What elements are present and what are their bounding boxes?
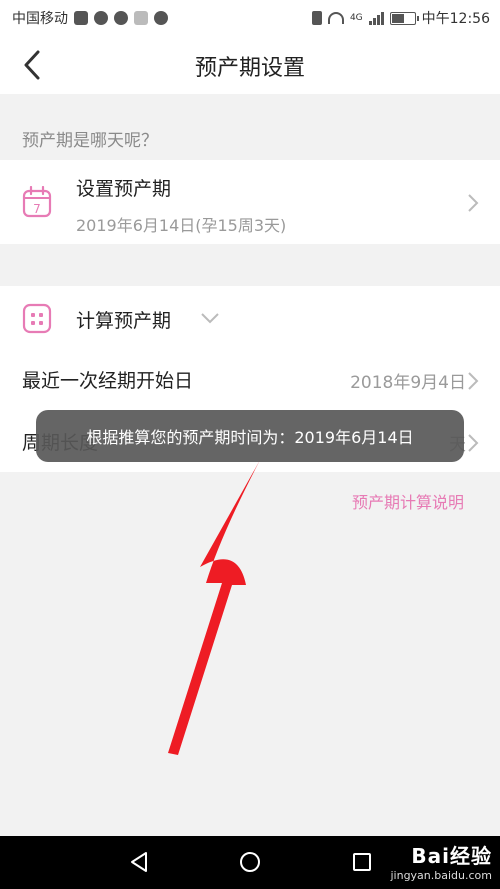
nav-back-icon[interactable] — [127, 850, 151, 874]
watermark-logo: Bai经验 — [411, 844, 492, 868]
page-title: 预产期设置 — [194, 56, 305, 81]
chevron-down-icon[interactable] — [200, 311, 220, 325]
status-bar: 中国移动 4G 中午12:56 — [0, 0, 500, 36]
nav-bar: 预产期设置 — [0, 36, 500, 94]
vibrate-icon — [311, 11, 322, 25]
nav-home-icon[interactable] — [238, 850, 262, 874]
set-due-date-subtitle: 2019年6月14日(孕15周3天) — [76, 216, 287, 235]
due-date-explanation-link[interactable]: 预产期计算说明 — [352, 489, 464, 513]
notification-icon — [134, 11, 148, 25]
status-right: 4G 中午12:56 — [311, 8, 490, 28]
network-type: 4G — [349, 12, 363, 23]
section-question: 预产期是哪天呢？ — [22, 131, 158, 151]
calendar-day-number: 7 — [33, 202, 41, 216]
nav-recent-icon[interactable] — [350, 850, 374, 874]
chevron-right-icon — [468, 372, 479, 390]
app-notification-icon — [94, 11, 108, 25]
watermark-url: jingyan.baidu.com — [390, 869, 492, 882]
chat-icon — [114, 11, 128, 25]
last-period-value[interactable]: 2018年9月4日 — [350, 368, 466, 393]
annotation-arrow — [168, 460, 260, 755]
calculate-title[interactable]: 计算预产期 — [76, 306, 171, 333]
status-left: 中国移动 — [12, 8, 168, 28]
calendar-grid-icon — [22, 303, 52, 334]
last-period-label: 最近一次经期开始日 — [22, 370, 194, 392]
hd-icon — [74, 11, 88, 25]
carrier-label: 中国移动 — [12, 11, 68, 27]
status-time: 中午12:56 — [421, 11, 490, 27]
set-due-date-row[interactable]: 7 设置预产期 2019年6月14日(孕15周3天) — [0, 160, 500, 244]
chevron-right-icon — [468, 194, 479, 212]
watermark: Bai经验 jingyan.baidu.com — [390, 840, 492, 882]
calendar-7-icon: 7 — [22, 186, 52, 218]
chevron-right-icon — [468, 434, 479, 452]
compass-icon — [154, 11, 168, 25]
battery-icon — [389, 11, 419, 25]
android-nav-bar: Bai经验 jingyan.baidu.com — [0, 836, 500, 889]
signal-icon — [368, 11, 384, 25]
wifi-icon — [327, 12, 344, 24]
set-due-date-title: 设置预产期 — [76, 178, 172, 200]
